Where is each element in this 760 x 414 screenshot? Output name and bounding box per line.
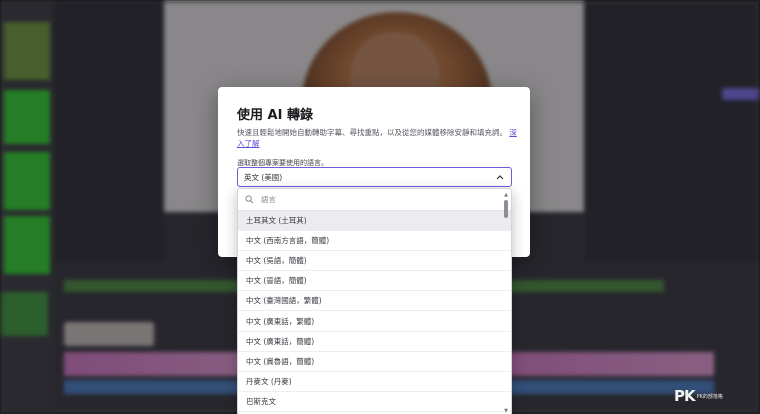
- dropdown-scrollbar[interactable]: ▲ ▼: [503, 192, 509, 414]
- search-icon: [245, 195, 254, 204]
- language-option[interactable]: 中文 (西南方言語，簡體): [238, 231, 511, 252]
- selected-language: 英文 (美國): [244, 172, 283, 182]
- dialog-description: 快速且輕鬆地開始自動轉助字幕、尋找重點，以及從您的媒體移除安靜和填充詞。 深入了…: [237, 127, 519, 149]
- language-dropdown: 語言 土耳其文 (土耳其) 中文 (西南方言語，簡體) 中文 (吳語，簡體) 中文 (…: [237, 188, 512, 414]
- language-option[interactable]: 中文 (臺灣國語，繁體): [238, 291, 511, 312]
- watermark-pk: PK: [674, 387, 696, 405]
- language-search[interactable]: 語言: [238, 189, 511, 211]
- language-option[interactable]: 中文 (晉語，簡體): [238, 271, 511, 292]
- search-placeholder: 語言: [261, 195, 276, 204]
- chevron-up-icon: [495, 172, 505, 182]
- watermark-caption: PK的部落格: [696, 393, 723, 400]
- watermark-logo: PK PK的部落格: [674, 387, 723, 405]
- description-text: 快速且輕鬆地開始自動轉助字幕、尋找重點，以及從您的媒體移除安靜和填充詞。: [237, 128, 507, 137]
- language-option[interactable]: 巴斯克文: [238, 392, 511, 412]
- language-option[interactable]: 中文 (廣東話，繁體): [238, 311, 511, 332]
- scroll-down-icon[interactable]: ▼: [503, 408, 509, 414]
- language-option[interactable]: 中文 (廣東話，簡體): [238, 332, 511, 352]
- dialog-title: 使用 AI 轉錄: [237, 108, 313, 123]
- language-select[interactable]: 英文 (美國): [237, 167, 512, 187]
- scroll-thumb[interactable]: [504, 200, 508, 218]
- language-option[interactable]: 土耳其文 (土耳其): [238, 211, 511, 232]
- language-option[interactable]: 中文 (吳語，簡體): [238, 251, 511, 272]
- language-option[interactable]: 中文 (冀魯語，簡體): [238, 352, 511, 372]
- language-options: 土耳其文 (土耳其) 中文 (西南方言語，簡體) 中文 (吳語，簡體) 中文 (晉語，…: [238, 211, 511, 412]
- language-option[interactable]: 丹麥文 (丹麥): [238, 372, 511, 392]
- scroll-up-icon[interactable]: ▲: [503, 192, 509, 198]
